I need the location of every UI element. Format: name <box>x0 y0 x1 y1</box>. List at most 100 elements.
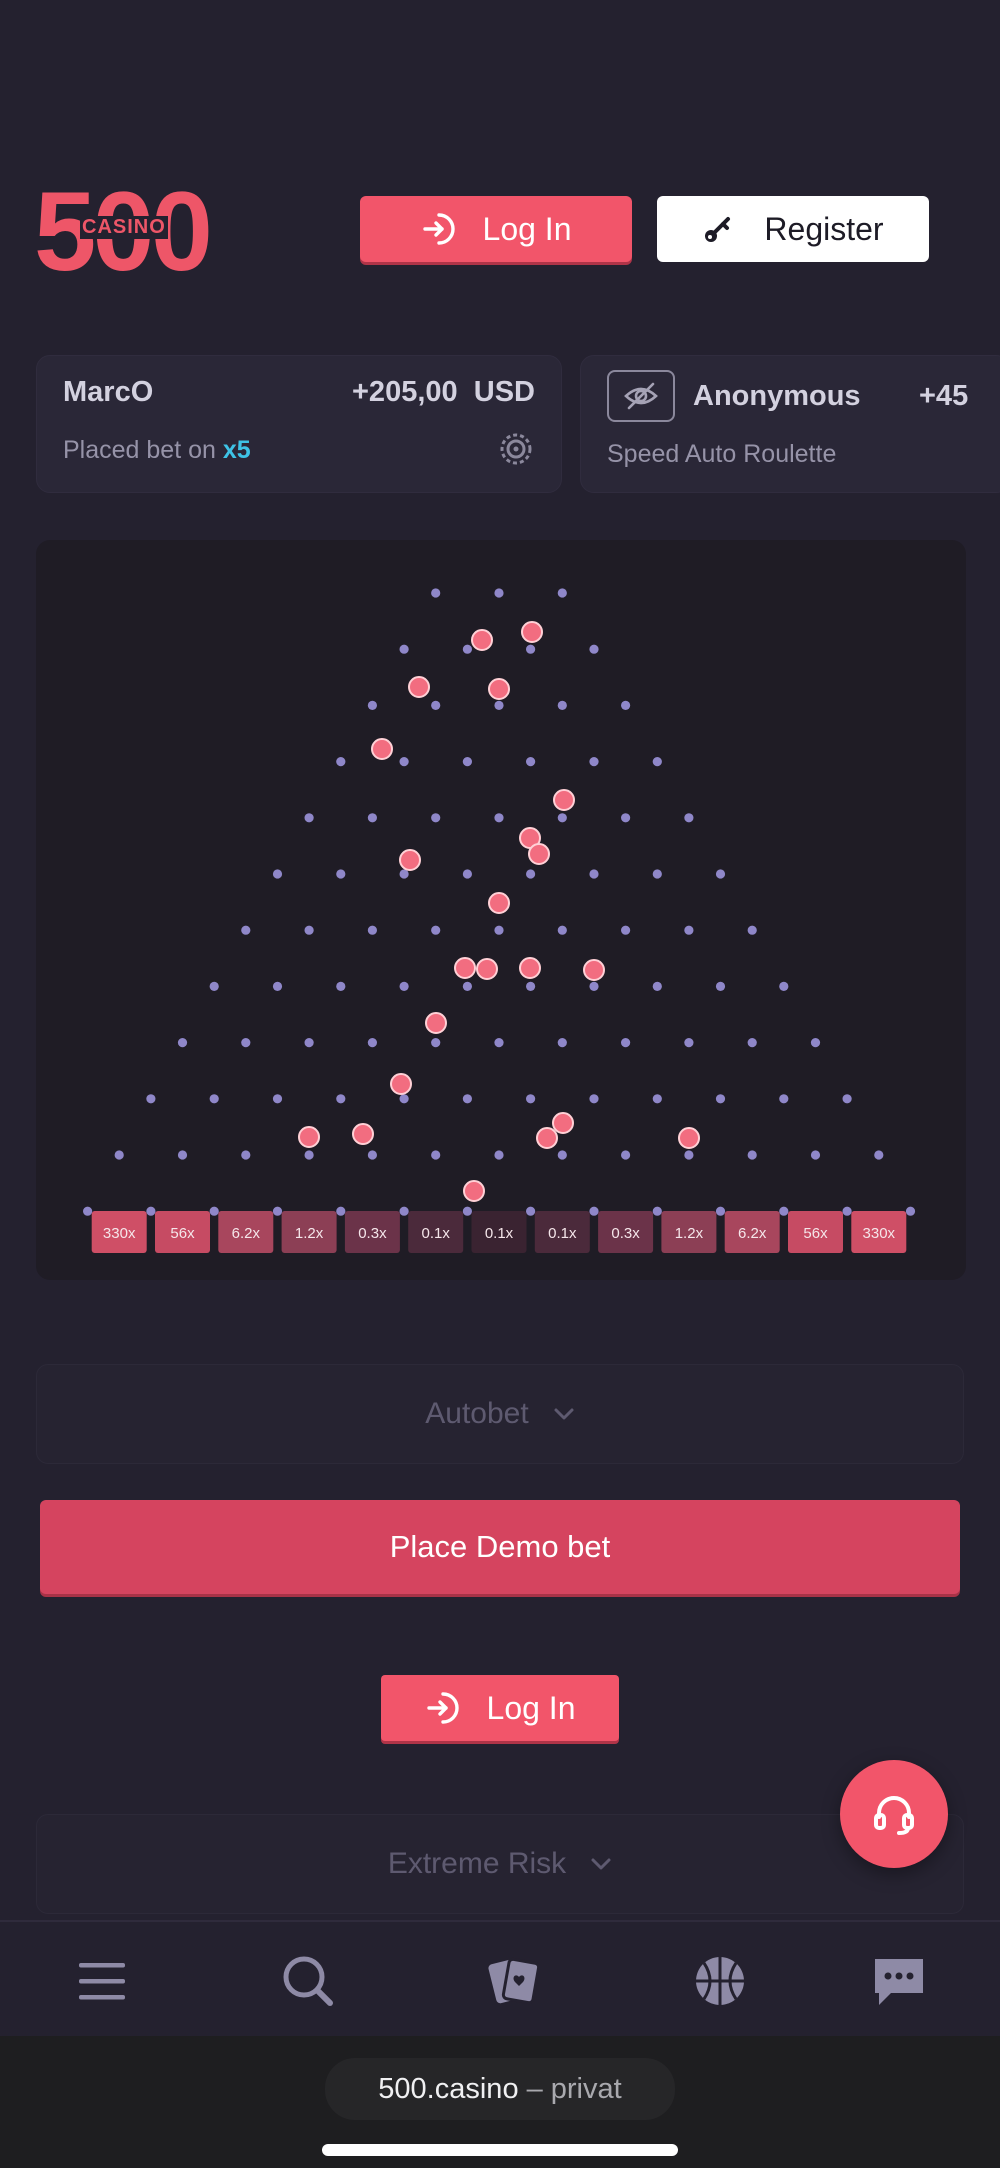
plinko-pin <box>304 1150 314 1160</box>
multiplier-label: 56x <box>170 1225 195 1242</box>
plinko-pin <box>715 1206 726 1216</box>
plinko-pin <box>367 925 377 935</box>
win-ticker-card[interactable]: Anonymous +45 Speed Auto Roulette <box>580 355 1000 493</box>
nav-casino[interactable] <box>483 1950 545 2012</box>
plinko-pin <box>399 1094 409 1104</box>
plinko-pin <box>589 1206 599 1216</box>
plinko-pin <box>431 813 441 823</box>
support-chat-button[interactable] <box>840 1760 948 1868</box>
browser-toolbar: 500.casino – privat <box>0 2036 1000 2168</box>
plinko-pin <box>810 1150 821 1160</box>
chat-icon <box>875 1959 923 2005</box>
risk-level-dropdown[interactable]: Extreme Risk <box>36 1814 964 1914</box>
playing-cards-icon <box>488 1957 541 2005</box>
plinko-pin <box>272 981 283 991</box>
plinko-ball <box>352 1123 374 1145</box>
plinko-ball <box>488 678 510 700</box>
plinko-ball <box>471 629 493 651</box>
register-button[interactable]: Register <box>657 196 929 262</box>
plinko-ball <box>298 1126 320 1148</box>
plinko-pin <box>652 1094 662 1104</box>
multiplier-label: 6.2x <box>738 1225 767 1242</box>
plinko-pin <box>304 925 314 935</box>
plinko-pin <box>431 1150 441 1160</box>
plinko-pin <box>241 1038 251 1048</box>
plinko-pin <box>494 1038 504 1048</box>
plinko-pin <box>810 1038 821 1048</box>
login-button-secondary[interactable]: Log In <box>381 1675 619 1741</box>
plinko-pin <box>747 1038 757 1048</box>
plinko-ball <box>536 1127 558 1149</box>
logo-word: CASINO <box>80 216 168 239</box>
login-label: Log In <box>482 210 572 247</box>
multiplier-label: 0.1x <box>548 1225 577 1242</box>
plinko-pin <box>431 700 441 710</box>
eye-off-icon <box>624 382 658 410</box>
login-icon <box>422 213 455 245</box>
nav-chat[interactable] <box>868 1950 930 2012</box>
plinko-pin <box>526 1206 536 1216</box>
autobet-dropdown[interactable]: Autobet <box>36 1364 964 1464</box>
login-icon <box>426 1692 459 1724</box>
plinko-pin <box>336 981 346 991</box>
win-amount: +205,00 USD <box>352 376 535 408</box>
login-button[interactable]: Log In <box>360 196 632 262</box>
plinko-pin <box>779 981 789 991</box>
plinko-ball <box>521 621 543 643</box>
brand-logo[interactable]: 500 CASINO <box>34 176 213 288</box>
plinko-board[interactable]: 330x 56x 6.2x 1.2x 0.3x 0.1x 0.1x 0.1x 0.3x 1.2x 6… <box>36 540 966 1280</box>
plinko-pin <box>715 981 726 991</box>
plinko-pin <box>83 1206 93 1216</box>
plinko-pin <box>526 869 536 879</box>
plinko-pin <box>494 813 504 823</box>
plinko-pin <box>621 700 631 710</box>
plinko-pin <box>399 757 409 767</box>
plinko-pin <box>367 700 377 710</box>
plinko-pin <box>272 1094 283 1104</box>
multiplier-label: 0.3x <box>611 1225 640 1242</box>
nav-menu[interactable] <box>71 1950 133 2012</box>
plinko-pin <box>905 1206 916 1216</box>
plinko-pin <box>652 869 662 879</box>
plinko-pin <box>462 757 472 767</box>
bet-description: Placed bet on x5 <box>63 436 251 464</box>
plinko-ball <box>476 958 498 980</box>
plinko-ball <box>553 789 575 811</box>
plinko-pin <box>557 925 567 935</box>
plinko-pin <box>146 1206 156 1216</box>
plinko-pin <box>621 813 631 823</box>
place-demo-bet-button[interactable]: Place Demo bet <box>40 1500 960 1594</box>
autobet-label: Autobet <box>425 1397 529 1430</box>
win-amount: +45 <box>919 380 969 412</box>
plinko-ball <box>390 1073 412 1095</box>
search-icon <box>283 1956 333 2006</box>
plinko-pin <box>715 869 726 879</box>
register-label: Register <box>764 210 884 247</box>
plinko-pin <box>241 925 251 935</box>
plinko-pin <box>842 1206 852 1216</box>
plinko-pin <box>715 1094 726 1104</box>
plinko-pin <box>367 1038 377 1048</box>
plinko-pin <box>621 925 631 935</box>
multiplier-label: 6.2x <box>232 1225 261 1242</box>
plinko-pin <box>684 925 694 935</box>
plinko-pin <box>589 981 599 991</box>
address-bar[interactable]: 500.casino – privat <box>325 2058 675 2120</box>
plinko-ball <box>552 1112 574 1134</box>
win-ticker-card[interactable]: MarcO +205,00 USD Placed bet on x5 <box>36 355 562 493</box>
nav-sports[interactable] <box>689 1950 751 2012</box>
plinko-ball <box>399 849 421 871</box>
plinko-pin <box>367 813 377 823</box>
plinko-pin <box>209 981 219 991</box>
plinko-pin <box>304 813 314 823</box>
roulette-wheel-icon <box>500 433 532 465</box>
plinko-pin <box>177 1150 188 1160</box>
plinko-pin <box>589 757 599 767</box>
place-bet-label: Place Demo bet <box>389 1529 611 1564</box>
multiplier-label: 330x <box>863 1225 896 1242</box>
plinko-pin <box>209 1206 219 1216</box>
multiplier-label: 0.1x <box>485 1225 514 1242</box>
plinko-pin <box>557 588 567 598</box>
nav-search[interactable] <box>277 1950 339 2012</box>
bet-multiplier: x5 <box>222 436 251 464</box>
